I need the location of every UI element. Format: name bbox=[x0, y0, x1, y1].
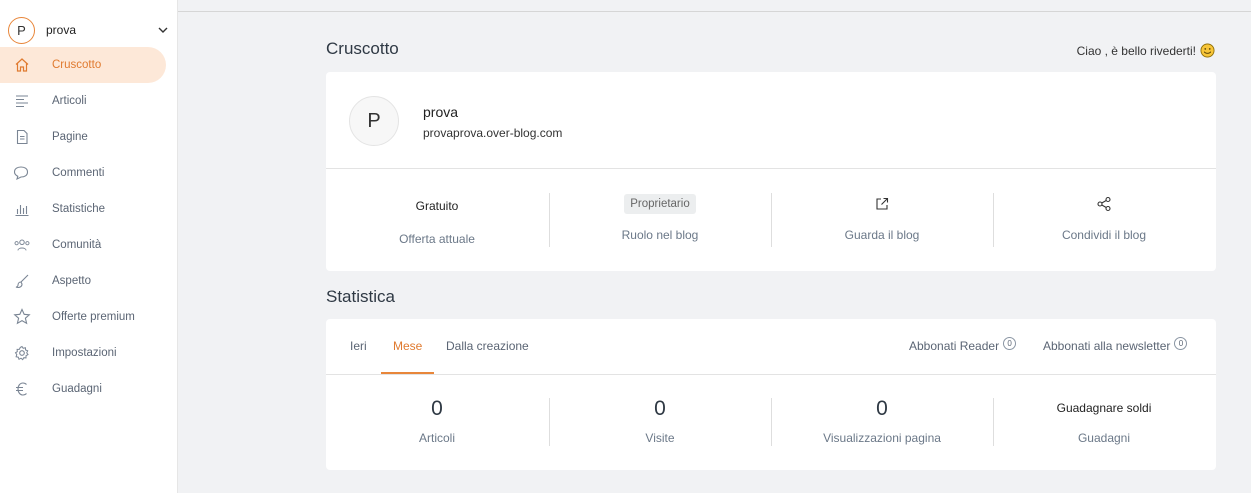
sidebar-item-label: Statistiche bbox=[52, 203, 106, 215]
metric-label: Guadagni bbox=[1077, 431, 1131, 445]
metric-label: Visite bbox=[645, 431, 675, 445]
newsletter-subscribers-count: 0 bbox=[1174, 336, 1188, 350]
blog-name: prova bbox=[46, 23, 77, 37]
role-label: Ruolo nel blog bbox=[621, 228, 699, 242]
page-icon bbox=[13, 128, 31, 146]
newsletter-subscribers: Abbonati alla newsletter 0 bbox=[1043, 336, 1188, 353]
sidebar-item-label: Comunità bbox=[52, 239, 102, 251]
plan-value: Gratuito bbox=[415, 199, 459, 213]
newsletter-subscribers-label: Abbonati alla newsletter bbox=[1043, 339, 1171, 353]
comments-icon bbox=[13, 164, 31, 182]
external-link-icon bbox=[771, 196, 993, 217]
sidebar-item-label: Guadagni bbox=[52, 383, 102, 395]
sidebar-item-label: Offerte premium bbox=[52, 311, 135, 323]
tab-dalla-creazione[interactable]: Dalla creazione bbox=[446, 339, 529, 353]
metric-value: 0 bbox=[431, 397, 443, 420]
tab-mese[interactable]: Mese bbox=[393, 339, 422, 353]
sidebar-item-commenti[interactable]: Commenti bbox=[0, 155, 178, 191]
sidebar-item-label: Cruscotto bbox=[52, 59, 102, 71]
sidebar-item-cruscotto[interactable]: Cruscotto bbox=[0, 47, 166, 83]
sidebar-item-label: Aspetto bbox=[52, 275, 91, 287]
role-badge: Proprietario bbox=[624, 194, 696, 214]
blog-url[interactable]: provaprova.over-blog.com bbox=[423, 126, 562, 140]
metric-articoli: 0 Articoli bbox=[326, 397, 548, 445]
euro-icon bbox=[13, 380, 31, 398]
metric-visualizzazioni: 0 Visualizzazioni pagina bbox=[771, 397, 993, 445]
brush-icon bbox=[13, 272, 31, 290]
share-blog-link[interactable]: Condividi il blog bbox=[993, 196, 1215, 242]
sidebar-item-aspetto[interactable]: Aspetto bbox=[0, 263, 178, 299]
sidebar-item-label: Pagine bbox=[52, 131, 88, 143]
divider bbox=[326, 374, 1216, 375]
list-icon bbox=[13, 92, 31, 110]
view-blog-link[interactable]: Guarda il blog bbox=[771, 196, 993, 242]
tab-ieri[interactable]: Ieri bbox=[350, 339, 367, 353]
plan-info: Gratuito Offerta attuale bbox=[326, 199, 548, 246]
metric-visite: 0 Visite bbox=[549, 397, 771, 445]
stats-card: Ieri Mese Dalla creazione Abbonati Reade… bbox=[326, 319, 1216, 470]
sidebar-item-comunita[interactable]: Comunità bbox=[0, 227, 178, 263]
metric-value: 0 bbox=[654, 397, 666, 420]
star-icon bbox=[13, 308, 31, 326]
blog-title: prova bbox=[423, 104, 459, 120]
metric-label: Visualizzazioni pagina bbox=[823, 431, 941, 445]
sidebar-item-guadagni[interactable]: Guadagni bbox=[0, 371, 178, 407]
sidebar-item-impostazioni[interactable]: Impostazioni bbox=[0, 335, 178, 371]
gear-icon bbox=[13, 344, 31, 362]
share-icon bbox=[993, 196, 1215, 217]
blog-summary-card: P prova provaprova.over-blog.com Gratuit… bbox=[326, 72, 1216, 271]
community-icon bbox=[13, 236, 31, 254]
blog-avatar: P bbox=[8, 16, 35, 44]
avatar: P bbox=[349, 96, 399, 146]
metric-value: 0 bbox=[876, 397, 888, 420]
sidebar: P prova Cruscotto Articoli Pagine Commen… bbox=[0, 0, 178, 493]
sidebar-nav: Cruscotto Articoli Pagine Commenti Stati… bbox=[0, 47, 178, 407]
top-divider bbox=[178, 11, 1251, 12]
greeting: Ciao , è bello rivederti! bbox=[1077, 43, 1215, 58]
bar-chart-icon bbox=[13, 200, 31, 218]
reader-subscribers: Abbonati Reader 0 bbox=[909, 336, 1017, 353]
earn-money-link[interactable]: Guadagnare soldi bbox=[993, 401, 1215, 415]
sidebar-item-label: Impostazioni bbox=[52, 347, 117, 359]
metric-guadagni: Guadagnare soldi Guadagni bbox=[993, 401, 1215, 445]
divider bbox=[326, 168, 1216, 169]
plan-label: Offerta attuale bbox=[399, 232, 475, 246]
sidebar-item-offerte-premium[interactable]: Offerte premium bbox=[0, 299, 178, 335]
stats-title: Statistica bbox=[326, 287, 395, 306]
sidebar-item-label: Commenti bbox=[52, 167, 105, 179]
page-title: Cruscotto bbox=[326, 39, 399, 58]
reader-subscribers-count: 0 bbox=[1003, 336, 1017, 350]
sidebar-item-label: Articoli bbox=[52, 95, 87, 107]
greeting-text: Ciao , è bello rivederti! bbox=[1076, 43, 1196, 58]
sidebar-item-pagine[interactable]: Pagine bbox=[0, 119, 178, 155]
chevron-down-icon[interactable] bbox=[156, 23, 170, 37]
sidebar-item-articoli[interactable]: Articoli bbox=[0, 83, 178, 119]
sidebar-item-statistiche[interactable]: Statistiche bbox=[0, 191, 178, 227]
smiley-icon bbox=[1200, 43, 1215, 58]
share-blog-label: Condividi il blog bbox=[1061, 228, 1147, 242]
view-blog-label: Guarda il blog bbox=[844, 228, 920, 242]
home-icon bbox=[13, 56, 31, 74]
metric-label: Articoli bbox=[418, 431, 455, 445]
blog-switcher[interactable]: P prova bbox=[8, 16, 170, 44]
role-info: Proprietario Ruolo nel blog bbox=[549, 194, 771, 242]
reader-subscribers-label: Abbonati Reader bbox=[909, 339, 1000, 353]
